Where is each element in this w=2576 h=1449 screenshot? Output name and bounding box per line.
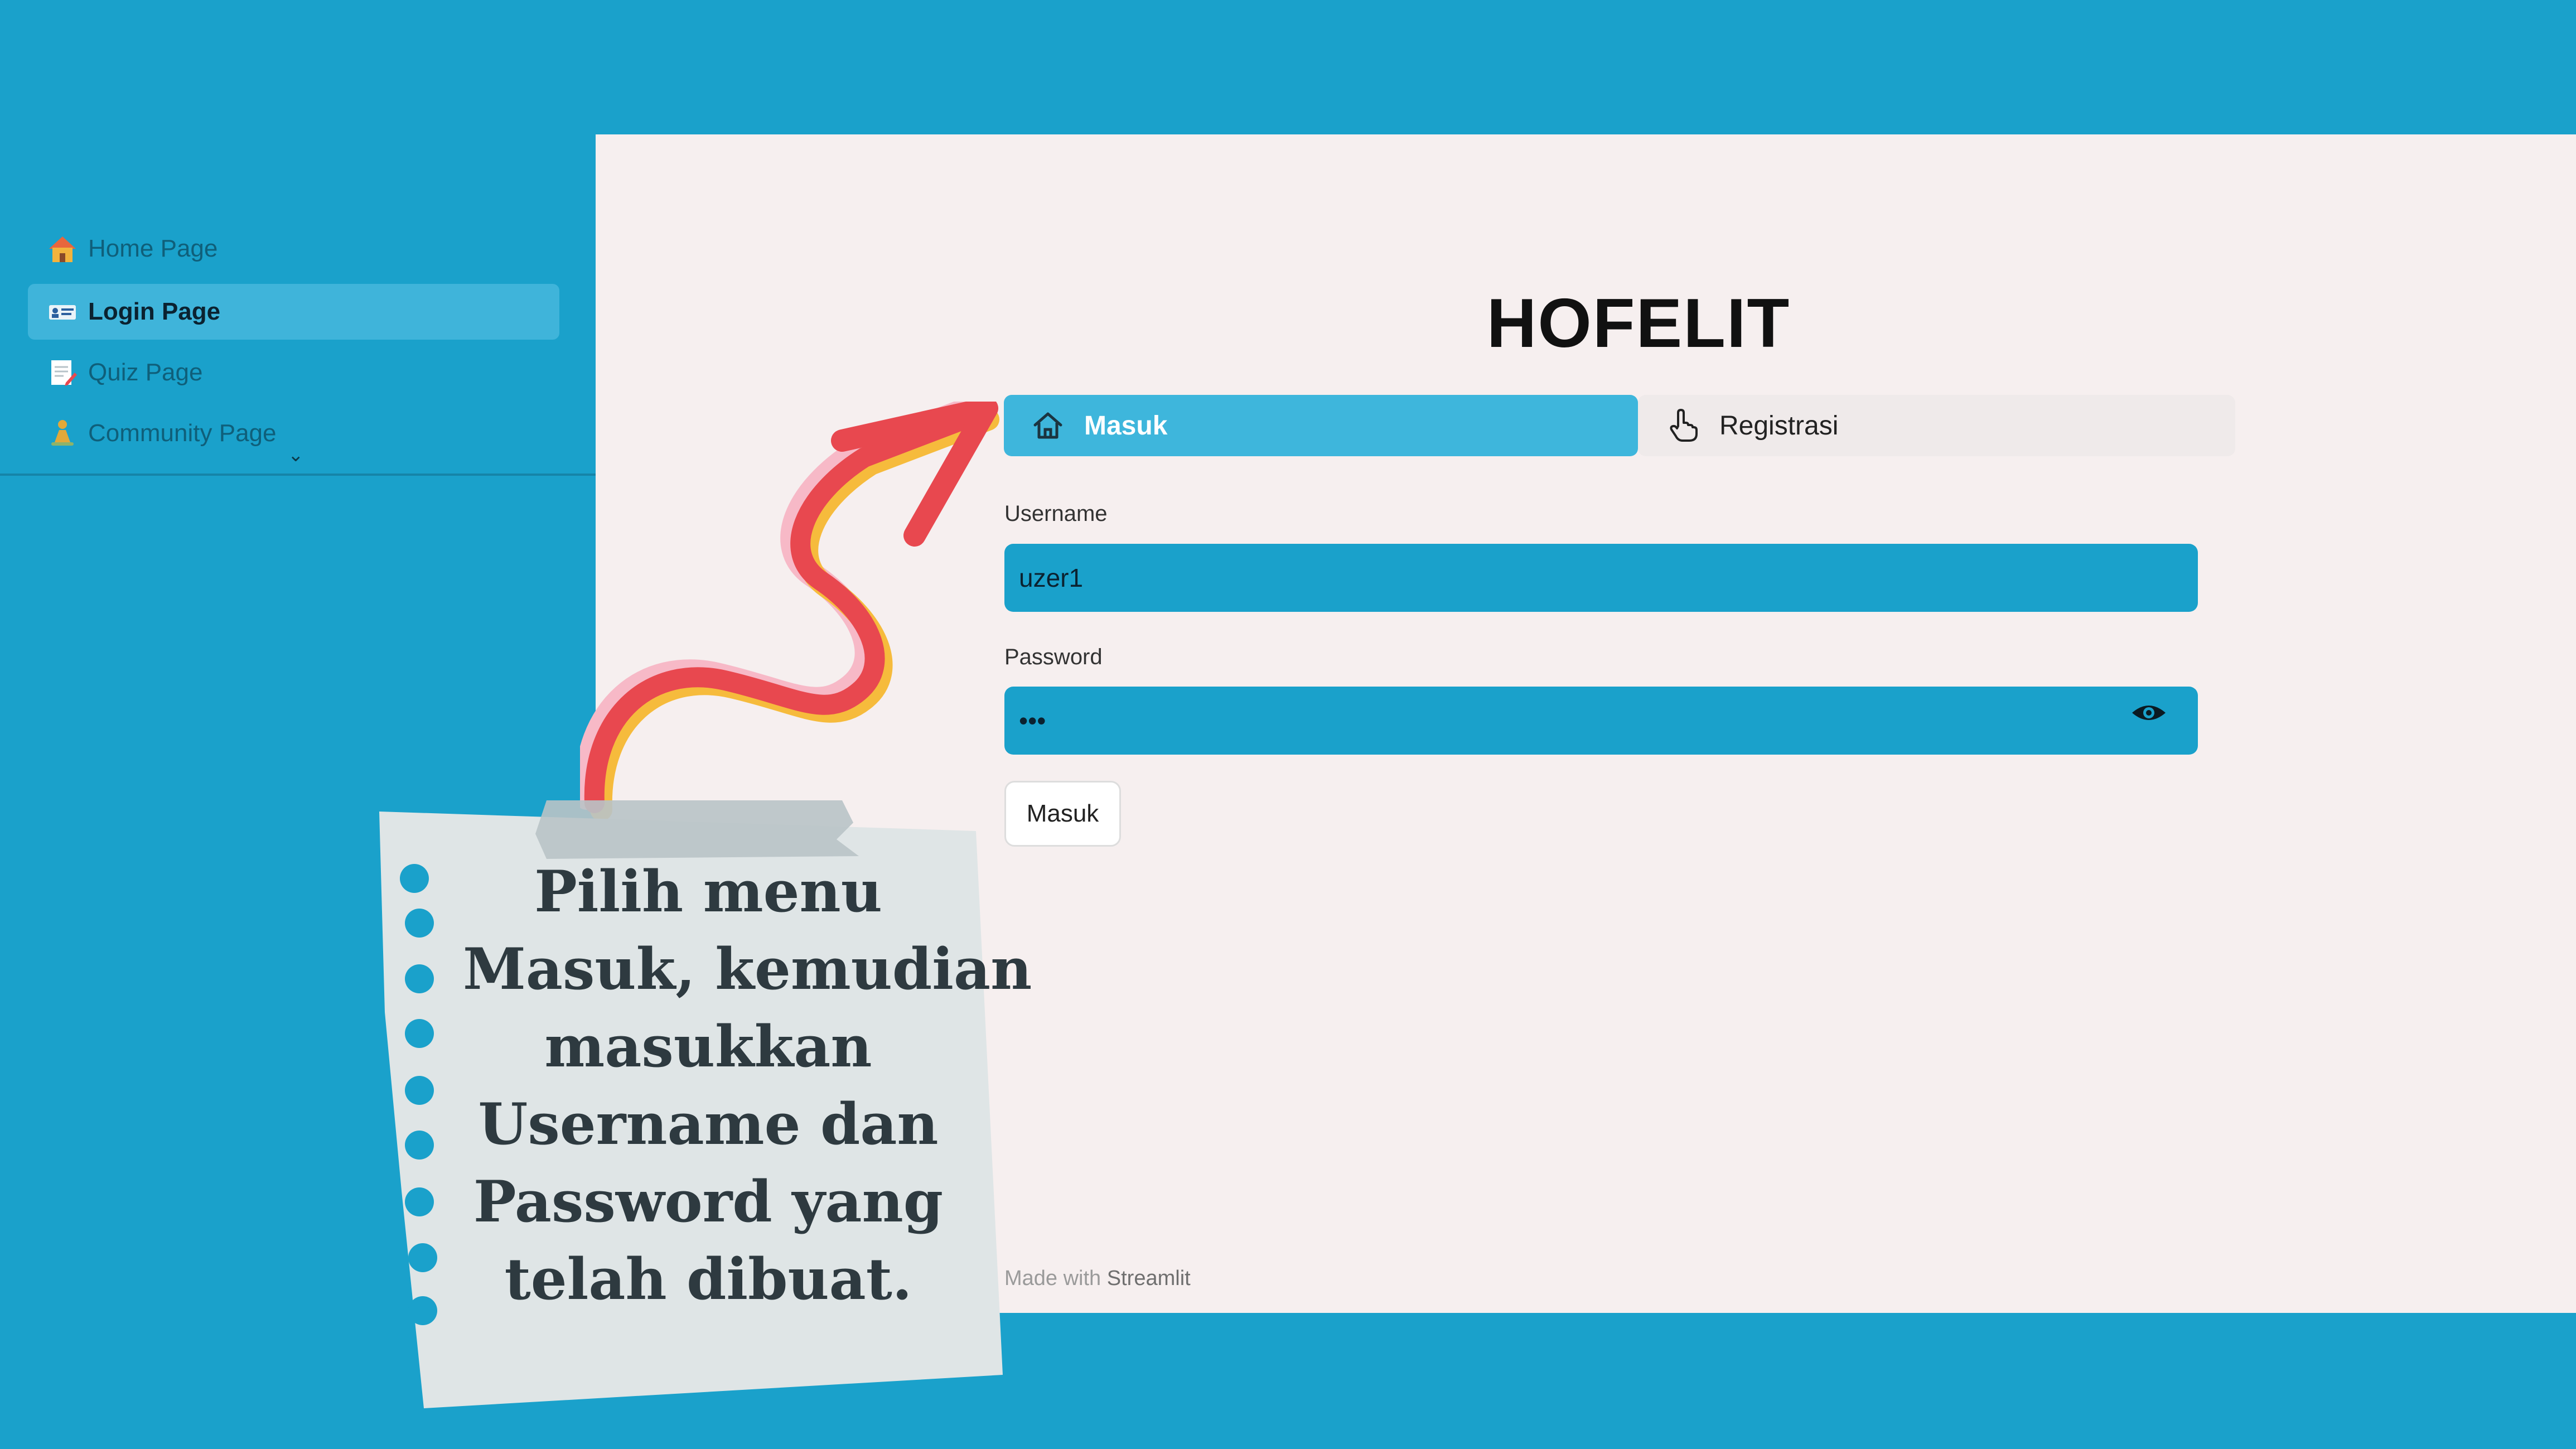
sidebar-item-login[interactable]: Login Page xyxy=(28,284,559,340)
app-root: Home Page Login Page Quiz Page Community… xyxy=(0,0,2576,1449)
page-title: HOFELIT xyxy=(1486,285,1791,362)
annotation-line: telah dibuat. xyxy=(504,1246,912,1313)
chevron-down-icon[interactable]: ⌄ xyxy=(288,444,304,466)
sidebar-item-home[interactable]: Home Page xyxy=(28,221,559,277)
sidebar-item-label: Community Page xyxy=(88,419,277,447)
sidebar-divider xyxy=(0,474,596,476)
annotation-line: masukkan xyxy=(544,1013,872,1080)
login-submit-button[interactable]: Masuk xyxy=(1004,781,1121,847)
sidebar-item-label: Quiz Page xyxy=(88,359,203,386)
memo-icon xyxy=(47,357,78,388)
footer: Made with Streamlit xyxy=(1004,1267,1191,1291)
annotation-line: Username dan xyxy=(478,1091,939,1158)
tab-label: Registrasi xyxy=(1719,410,1839,441)
password-input[interactable] xyxy=(1004,687,2198,755)
pointing-hand-icon xyxy=(1670,409,1698,442)
id-card-icon xyxy=(47,296,78,327)
house-icon xyxy=(47,233,78,264)
annotation-line: Password yang xyxy=(473,1168,944,1235)
person-icon xyxy=(47,418,78,449)
annotation-line: Pilih menu xyxy=(534,858,882,925)
tab-label: Masuk xyxy=(1084,410,1168,441)
username-input[interactable] xyxy=(1004,544,2198,612)
sidebar-item-quiz[interactable]: Quiz Page xyxy=(28,345,559,400)
eye-icon[interactable] xyxy=(2131,702,2167,724)
username-label: Username xyxy=(1004,501,1108,526)
tab-registrasi[interactable]: Registrasi xyxy=(1638,395,2235,456)
tab-masuk[interactable]: Masuk xyxy=(1004,395,1638,456)
home-outline-icon xyxy=(1033,412,1062,439)
footer-brand-link[interactable]: Streamlit xyxy=(1107,1267,1191,1290)
footer-prefix: Made with xyxy=(1004,1267,1101,1290)
annotation-line: Masuk, kemudian xyxy=(463,936,1032,1003)
annotation-arrow xyxy=(580,402,999,821)
password-label: Password xyxy=(1004,645,1103,669)
sidebar-item-label: Home Page xyxy=(88,235,218,262)
sidebar-item-label: Login Page xyxy=(88,298,221,325)
annotation-text: Pilih menu Masuk, kemudian masukkan User… xyxy=(463,853,1032,1318)
